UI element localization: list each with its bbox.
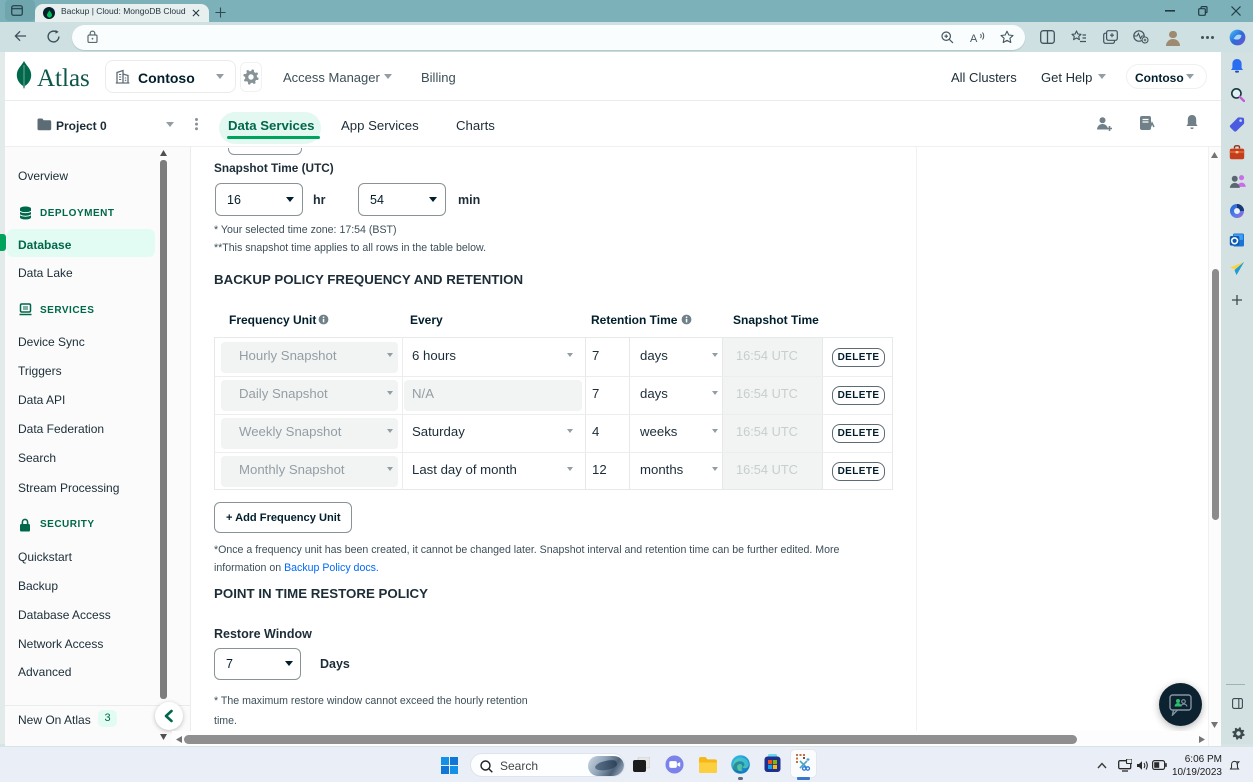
svg-text:A: A: [970, 33, 978, 44]
